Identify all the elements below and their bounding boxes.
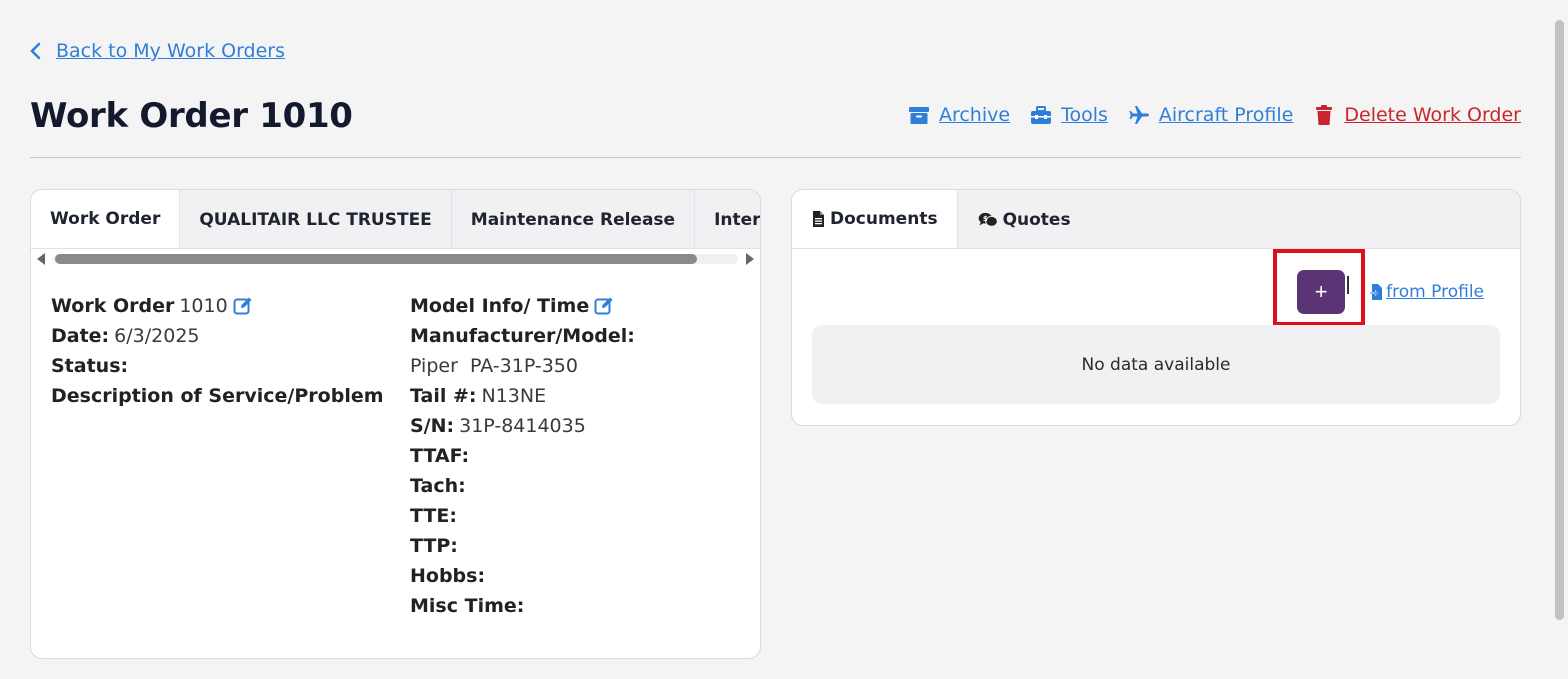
- tail-value: N13NE: [481, 385, 547, 407]
- empty-state: No data available: [812, 325, 1500, 404]
- date-value: 6/3/2025: [114, 325, 200, 347]
- scroll-right-arrow-icon[interactable]: [746, 253, 754, 265]
- description-label: Description of Service/Problem: [51, 385, 384, 407]
- manufacturer-value: Piper PA-31P-350: [410, 355, 578, 377]
- header-divider: [30, 157, 1521, 158]
- work-order-card: Work Order QUALITAIR LLC TRUSTEE Mainten…: [30, 189, 761, 659]
- tach-label: Tach:: [410, 475, 466, 497]
- model-info: Model Info/ Time Manufacturer/Model: Pip…: [410, 291, 635, 621]
- chevron-left-icon: [30, 42, 41, 60]
- model-info-label: Model Info/ Time: [410, 295, 590, 317]
- tools-button[interactable]: Tools: [1030, 104, 1108, 126]
- status-label: Status:: [51, 355, 129, 377]
- airplane-icon: [1129, 106, 1149, 124]
- scroll-left-arrow-icon[interactable]: [37, 253, 45, 265]
- back-to-work-orders-link[interactable]: Back to My Work Orders: [28, 40, 285, 62]
- file-import-icon: [1369, 284, 1383, 300]
- ttp-label: TTP:: [410, 535, 458, 557]
- tab-work-order[interactable]: Work Order: [31, 190, 181, 248]
- tab-documents[interactable]: Documents: [792, 190, 958, 248]
- aircraft-profile-label: Aircraft Profile: [1158, 104, 1294, 126]
- toolbox-icon: [1031, 106, 1052, 124]
- tte-label: TTE:: [410, 505, 457, 527]
- scroll-thumb[interactable]: [55, 254, 697, 264]
- archive-icon: [908, 107, 929, 124]
- archive-button[interactable]: Archive: [908, 104, 1010, 126]
- tab-documents-label: Documents: [830, 209, 938, 229]
- sn-value: 31P-8414035: [459, 415, 586, 437]
- svg-text:$: $: [982, 213, 987, 222]
- trash-icon: [1316, 105, 1333, 125]
- page-scrollbar[interactable]: [1555, 20, 1564, 620]
- comments-dollar-icon: $: [978, 212, 998, 227]
- work-order-tabs: Work Order QUALITAIR LLC TRUSTEE Mainten…: [31, 190, 760, 249]
- archive-label: Archive: [938, 104, 1011, 126]
- back-link-label: Back to My Work Orders: [56, 40, 286, 62]
- delete-label: Delete Work Order: [1344, 104, 1521, 126]
- from-profile-label: from Profile: [1386, 282, 1484, 302]
- hobbs-label: Hobbs:: [410, 565, 486, 587]
- manufacturer-label: Manufacturer/Model:: [410, 325, 635, 347]
- misc-time-label: Misc Time:: [410, 595, 525, 617]
- documents-toolbar: + from Profile: [1297, 270, 1484, 314]
- work-order-label: Work Order: [51, 295, 175, 317]
- tab-maintenance-release[interactable]: Maintenance Release: [452, 190, 696, 248]
- tab-quotes[interactable]: $ Quotes: [958, 190, 1090, 248]
- tail-label: Tail #:: [410, 385, 477, 407]
- work-order-details: Work Order 1010 Date: 6/3/2025 Status: D…: [51, 291, 384, 411]
- date-label: Date:: [51, 325, 110, 347]
- tab-quotes-label: Quotes: [1002, 209, 1071, 230]
- from-profile-link[interactable]: from Profile: [1369, 282, 1484, 302]
- delete-work-order-button[interactable]: Delete Work Order: [1313, 104, 1521, 126]
- documents-card: Documents $ Quotes + from Profile No dat…: [791, 189, 1521, 426]
- page-title: Work Order 1010: [30, 96, 353, 136]
- file-icon: [813, 211, 824, 227]
- ttaf-label: TTAF:: [410, 445, 470, 467]
- edit-icon[interactable]: [233, 296, 253, 316]
- aircraft-profile-button[interactable]: Aircraft Profile: [1128, 104, 1294, 126]
- tab-internal-notes[interactable]: Internal Notes: [695, 190, 760, 248]
- edit-icon[interactable]: [594, 296, 614, 316]
- tabs-scrollbar[interactable]: [31, 249, 760, 271]
- work-order-number: 1010: [179, 295, 228, 317]
- header-actions: Archive Tools Aircraft Profile Delete Wo…: [908, 104, 1521, 126]
- text-caret: [1347, 276, 1350, 294]
- tab-qualitair[interactable]: QUALITAIR LLC TRUSTEE: [180, 190, 452, 248]
- tools-label: Tools: [1061, 104, 1108, 126]
- add-document-button[interactable]: +: [1297, 270, 1346, 314]
- documents-tabs: Documents $ Quotes: [792, 190, 1520, 249]
- sn-label: S/N:: [410, 415, 455, 437]
- scroll-track[interactable]: [53, 254, 738, 264]
